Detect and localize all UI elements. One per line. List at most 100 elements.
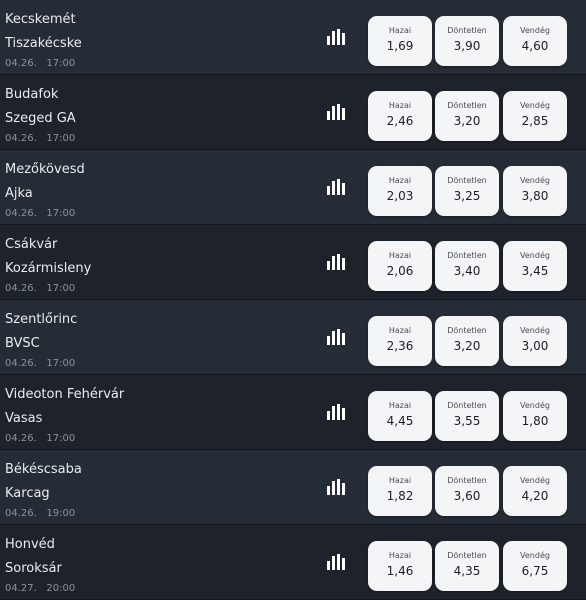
odds-button-home[interactable]: Hazai 2,03 (368, 166, 432, 216)
odds-label-draw: Döntetlen (447, 476, 487, 485)
match-date: 04.26. (5, 508, 37, 519)
bar-chart-icon[interactable] (326, 328, 346, 346)
bar-chart-icon[interactable] (326, 553, 346, 571)
odds-value-draw: 3,20 (453, 339, 481, 353)
odds-button-home[interactable]: Hazai 1,46 (368, 541, 432, 591)
odds-value-away: 4,60 (521, 39, 549, 53)
odds-button-draw[interactable]: Döntetlen 3,25 (435, 166, 499, 216)
match-row: Honvéd Soroksár 04.27. 20:00 Hazai 1,46 … (0, 525, 586, 600)
odds-button-draw[interactable]: Döntetlen 3,20 (435, 91, 499, 141)
odds-label-away: Vendég (520, 176, 550, 185)
odds-value-away: 3,00 (521, 339, 549, 353)
odds-value-draw: 4,35 (453, 564, 481, 578)
odds-value-home: 4,45 (386, 414, 414, 428)
away-team-name: Ajka (5, 186, 33, 201)
odds-button-draw[interactable]: Döntetlen 3,40 (435, 241, 499, 291)
odds-label-home: Hazai (388, 176, 412, 185)
odds-value-home: 2,36 (386, 339, 414, 353)
odds-label-home: Hazai (388, 551, 412, 560)
home-team-name: Videoton Fehérvár (5, 387, 125, 402)
odds-label-home: Hazai (388, 401, 412, 410)
odds-value-home: 2,06 (386, 264, 414, 278)
odds-value-away: 1,80 (521, 414, 549, 428)
match-row: Budafok Szeged GA 04.26. 17:00 Hazai 2,4… (0, 75, 586, 150)
odds-label-home: Hazai (388, 101, 412, 110)
match-date: 04.26. (5, 283, 37, 294)
odds-value-draw: 3,40 (453, 264, 481, 278)
match-row: Videoton Fehérvár Vasas 04.26. 17:00 Haz… (0, 375, 586, 450)
odds-button-away[interactable]: Vendég 3,80 (503, 166, 567, 216)
match-row: Kecskemét Tiszakécske 04.26. 17:00 Hazai… (0, 0, 586, 75)
odds-value-draw: 3,90 (453, 39, 481, 53)
home-team-name: Csákvár (5, 237, 58, 252)
match-row: Szentlőrinc BVSC 04.26. 17:00 Hazai 2,36… (0, 300, 586, 375)
match-time: 17:00 (46, 208, 76, 219)
match-date: 04.26. (5, 358, 37, 369)
odds-button-home[interactable]: Hazai 4,45 (368, 391, 432, 441)
home-team-name: Kecskemét (5, 12, 76, 27)
match-date: 04.26. (5, 58, 37, 69)
odds-label-draw: Döntetlen (447, 326, 487, 335)
bar-chart-icon[interactable] (326, 103, 346, 121)
odds-label-away: Vendég (520, 551, 550, 560)
odds-label-home: Hazai (388, 251, 412, 260)
odds-button-away[interactable]: Vendég 6,75 (503, 541, 567, 591)
match-row: Csákvár Kozármisleny 04.26. 17:00 Hazai … (0, 225, 586, 300)
odds-label-draw: Döntetlen (447, 176, 487, 185)
bar-chart-icon[interactable] (326, 253, 346, 271)
match-list: Kecskemét Tiszakécske 04.26. 17:00 Hazai… (0, 0, 586, 600)
odds-button-home[interactable]: Hazai 2,06 (368, 241, 432, 291)
odds-button-draw[interactable]: Döntetlen 4,35 (435, 541, 499, 591)
odds-label-draw: Döntetlen (447, 26, 487, 35)
match-date: 04.26. (5, 208, 37, 219)
match-time: 17:00 (46, 283, 76, 294)
match-datetime: 04.27. 20:00 (5, 583, 75, 595)
odds-label-draw: Döntetlen (447, 401, 487, 410)
odds-button-home[interactable]: Hazai 2,46 (368, 91, 432, 141)
match-time: 17:00 (46, 433, 76, 444)
home-team-name: Honvéd (5, 537, 55, 552)
odds-label-away: Vendég (520, 326, 550, 335)
odds-value-home: 2,46 (386, 114, 414, 128)
home-team-name: Békéscsaba (5, 462, 82, 477)
odds-button-home[interactable]: Hazai 1,69 (368, 16, 432, 66)
odds-value-draw: 3,55 (453, 414, 481, 428)
odds-value-home: 1,46 (386, 564, 414, 578)
match-datetime: 04.26. 17:00 (5, 283, 75, 295)
odds-label-away: Vendég (520, 26, 550, 35)
odds-button-away[interactable]: Vendég 3,00 (503, 316, 567, 366)
match-date: 04.27. (5, 583, 37, 594)
odds-label-home: Hazai (388, 326, 412, 335)
home-team-name: Budafok (5, 87, 59, 102)
odds-button-home[interactable]: Hazai 1,82 (368, 466, 432, 516)
odds-button-draw[interactable]: Döntetlen 3,60 (435, 466, 499, 516)
odds-label-away: Vendég (520, 251, 550, 260)
home-team-name: Mezőkövesd (5, 162, 85, 177)
odds-button-away[interactable]: Vendég 3,45 (503, 241, 567, 291)
bar-chart-icon[interactable] (326, 403, 346, 421)
away-team-name: Vasas (5, 411, 43, 426)
odds-value-away: 4,20 (521, 489, 549, 503)
match-datetime: 04.26. 17:00 (5, 358, 75, 370)
odds-value-draw: 3,60 (453, 489, 481, 503)
odds-button-home[interactable]: Hazai 2,36 (368, 316, 432, 366)
odds-button-away[interactable]: Vendég 2,85 (503, 91, 567, 141)
away-team-name: Karcag (5, 486, 50, 501)
match-datetime: 04.26. 17:00 (5, 58, 75, 70)
match-time: 20:00 (46, 583, 76, 594)
odds-button-away[interactable]: Vendég 4,20 (503, 466, 567, 516)
odds-button-draw[interactable]: Döntetlen 3,90 (435, 16, 499, 66)
away-team-name: Kozármisleny (5, 261, 92, 276)
away-team-name: BVSC (5, 336, 40, 351)
bar-chart-icon[interactable] (326, 28, 346, 46)
odds-button-draw[interactable]: Döntetlen 3,20 (435, 316, 499, 366)
bar-chart-icon[interactable] (326, 178, 346, 196)
bar-chart-icon[interactable] (326, 478, 346, 496)
odds-button-draw[interactable]: Döntetlen 3,55 (435, 391, 499, 441)
odds-value-home: 1,69 (386, 39, 414, 53)
odds-label-away: Vendég (520, 101, 550, 110)
match-datetime: 04.26. 19:00 (5, 508, 75, 520)
odds-button-away[interactable]: Vendég 1,80 (503, 391, 567, 441)
odds-label-away: Vendég (520, 401, 550, 410)
odds-button-away[interactable]: Vendég 4,60 (503, 16, 567, 66)
